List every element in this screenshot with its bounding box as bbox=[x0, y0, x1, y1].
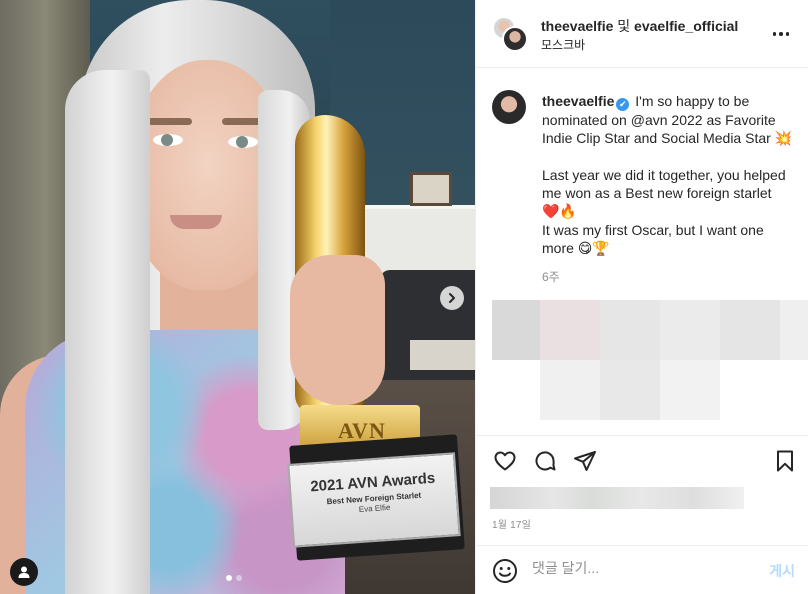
caption-username[interactable]: theevaelfie bbox=[542, 93, 614, 109]
chevron-right-icon bbox=[449, 293, 455, 303]
post-authors: theevaelfie 및 evaelfie_official bbox=[541, 16, 738, 36]
likes-count-blur bbox=[490, 487, 744, 509]
collab-avatars[interactable] bbox=[492, 16, 528, 52]
carousel-dot bbox=[236, 575, 242, 581]
post-side-panel: theevaelfie 및 evaelfie_official 모스크바 the… bbox=[475, 0, 808, 594]
caption-text: Last year we did it together, you helped… bbox=[542, 167, 786, 201]
comment-input[interactable] bbox=[532, 560, 752, 576]
caption-emoji: 😋🏆 bbox=[577, 241, 610, 257]
eyebrow bbox=[148, 118, 192, 125]
post-caption: theevaelfie ✔ I'm so happy to be nominate… bbox=[542, 92, 797, 258]
post-comment-button[interactable]: 게시 bbox=[769, 561, 795, 581]
verified-icon: ✔ bbox=[616, 98, 630, 111]
hair-strand bbox=[65, 70, 150, 594]
caption-text: It was my first Oscar, but I want one mo… bbox=[542, 222, 764, 256]
smile-icon bbox=[493, 559, 517, 583]
hidden-comments-blur bbox=[492, 300, 808, 420]
blur-block bbox=[720, 300, 780, 360]
hand bbox=[290, 255, 385, 405]
caption-emoji: 💥 bbox=[774, 131, 793, 147]
bookmark-icon bbox=[777, 450, 793, 472]
author-link[interactable]: theevaelfie bbox=[541, 18, 613, 34]
tagged-users-button[interactable] bbox=[10, 558, 38, 586]
more-icon bbox=[772, 32, 777, 36]
background-picture-frame bbox=[410, 172, 452, 206]
post-date[interactable]: 1월 17일 bbox=[492, 516, 531, 531]
background-table bbox=[410, 340, 475, 370]
avatar[interactable] bbox=[502, 26, 528, 52]
blur-block bbox=[660, 300, 720, 360]
share-button[interactable] bbox=[572, 448, 598, 474]
blur-block bbox=[660, 360, 720, 420]
blur-block bbox=[492, 300, 540, 360]
author-conjunction: 및 bbox=[617, 18, 631, 34]
blur-block bbox=[540, 300, 600, 360]
comment-bar: 게시 bbox=[476, 545, 808, 594]
lips bbox=[170, 215, 222, 229]
comment-icon bbox=[535, 451, 556, 471]
share-icon bbox=[574, 451, 596, 471]
user-tag-icon bbox=[18, 566, 30, 578]
next-photo-button[interactable] bbox=[440, 286, 464, 310]
trophy-plaque: 2021 AVN Awards Best New Foreign Starlet… bbox=[287, 452, 461, 548]
post-header: theevaelfie 및 evaelfie_official 모스크바 bbox=[476, 0, 808, 68]
blur-block bbox=[540, 360, 600, 420]
heart-icon bbox=[494, 451, 516, 471]
blur-block bbox=[780, 300, 808, 360]
post-photo[interactable]: AVN 2021 AVN Awards Best New Foreign Sta… bbox=[0, 0, 475, 594]
carousel-indicator bbox=[226, 575, 242, 581]
caption-emoji: ❤️🔥 bbox=[542, 204, 577, 220]
iris bbox=[236, 136, 248, 148]
author-link[interactable]: evaelfie_official bbox=[634, 18, 738, 34]
comment-button[interactable] bbox=[532, 448, 558, 474]
iris bbox=[161, 134, 173, 146]
more-options-button[interactable] bbox=[769, 22, 793, 46]
post-actions bbox=[476, 435, 808, 487]
caption-timestamp[interactable]: 6주 bbox=[542, 268, 560, 285]
blur-block bbox=[600, 360, 660, 420]
carousel-dot-active bbox=[226, 575, 232, 581]
avatar[interactable] bbox=[492, 90, 526, 124]
save-button[interactable] bbox=[772, 448, 798, 474]
emoji-picker-button[interactable] bbox=[492, 558, 518, 584]
location-link[interactable]: 모스크바 bbox=[541, 36, 585, 53]
blur-block bbox=[600, 300, 660, 360]
like-button[interactable] bbox=[492, 448, 518, 474]
